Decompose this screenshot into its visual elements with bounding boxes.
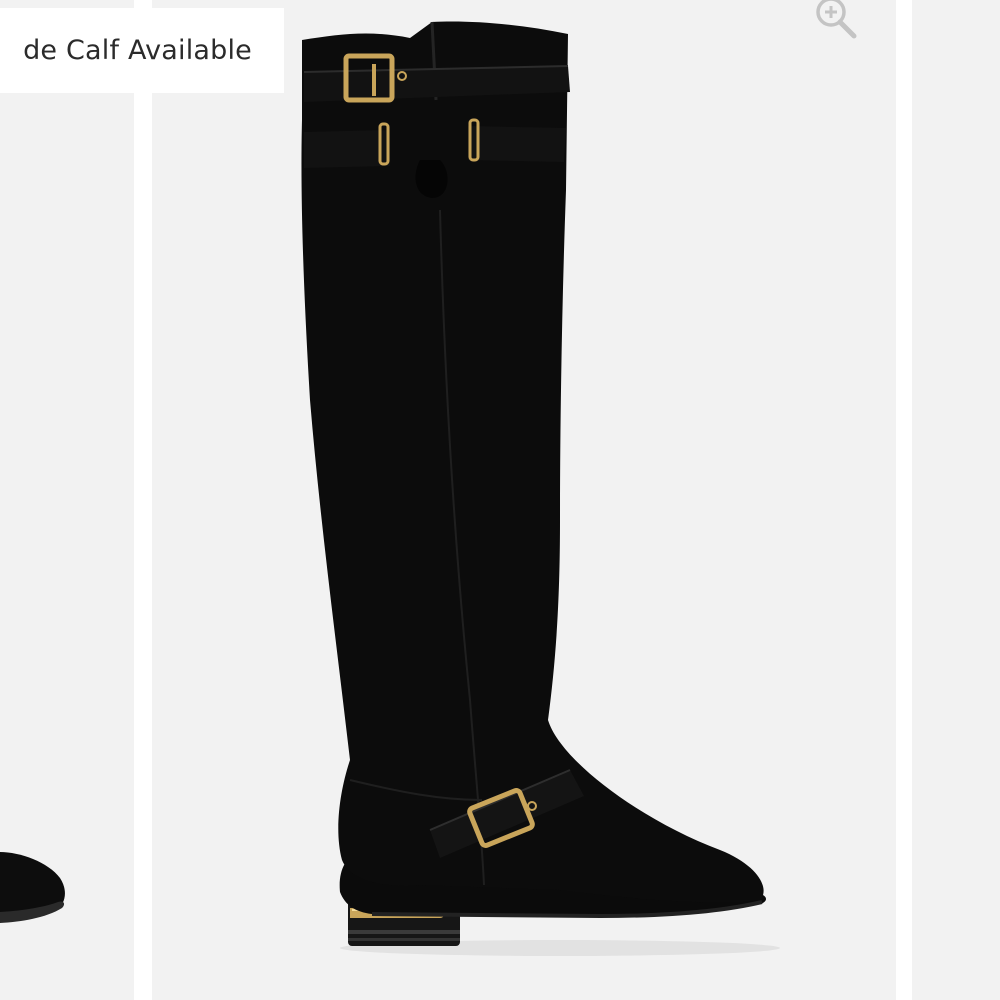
zoom-button[interactable] xyxy=(800,0,866,44)
upper-strap-left xyxy=(304,130,390,168)
boot-illustration xyxy=(301,21,780,956)
upper-strap-right xyxy=(468,126,566,162)
wide-calf-badge: de Calf Available xyxy=(0,8,284,93)
badge-label: de Calf Available xyxy=(23,35,252,66)
zoom-in-icon xyxy=(816,0,857,39)
product-image-gallery: de Calf Available xyxy=(0,0,1000,1000)
